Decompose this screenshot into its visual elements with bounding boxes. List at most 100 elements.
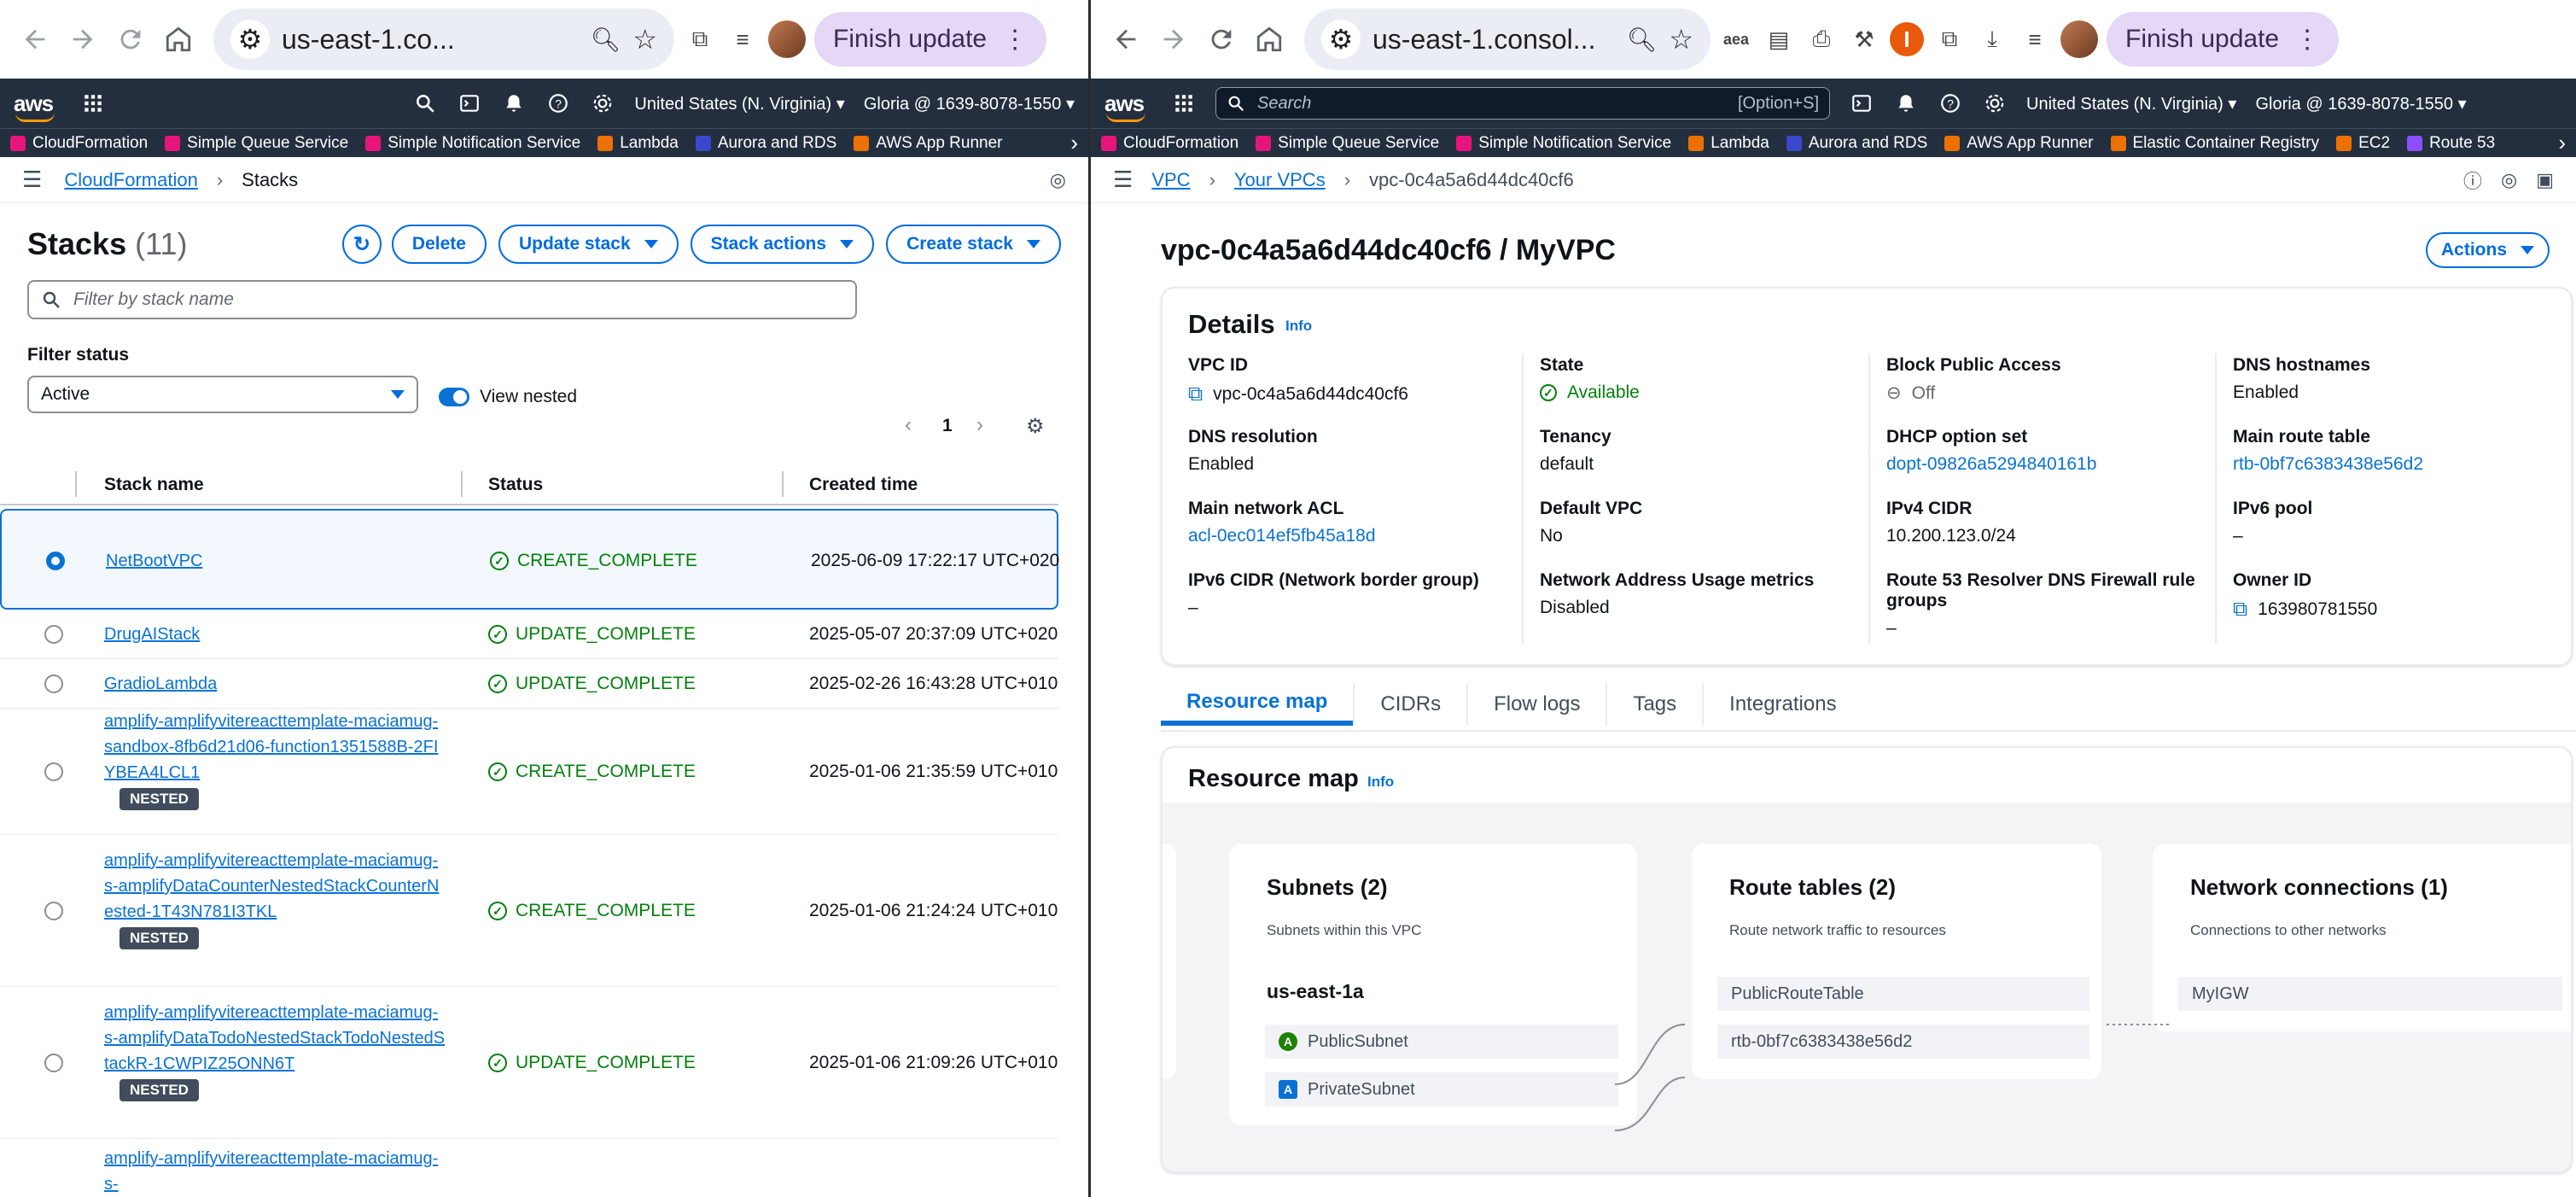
site-info-icon[interactable]: ⚙	[1321, 20, 1361, 59]
favorite-elastic-container-registry[interactable]: Elastic Container Registry	[2110, 134, 2319, 153]
copy-icon[interactable]: ⧉	[1188, 382, 1203, 406]
table-row[interactable]: amplify-amplifyvitereacttemplate-maciamu…	[0, 987, 1058, 1139]
row-radio[interactable]	[46, 552, 65, 570]
aws-logo[interactable]: aws	[14, 91, 61, 122]
media-icon[interactable]: ≡	[2018, 22, 2052, 56]
table-row[interactable]: amplify-amplifyvitereacttemplate-maciamu…	[0, 709, 1058, 835]
back-icon[interactable]	[1106, 20, 1145, 59]
favorite-route-53[interactable]: Route 53	[2407, 134, 2495, 153]
tab-integrations[interactable]: Integrations	[1702, 683, 1862, 726]
update-stack-button[interactable]: Update stack	[498, 225, 679, 264]
settings-icon[interactable]	[590, 91, 615, 116]
finish-update-button[interactable]: Finish update ⋮	[2107, 12, 2340, 67]
col-created-time[interactable]: Created time	[809, 475, 918, 495]
home-icon[interactable]	[1250, 20, 1289, 59]
stack-name-link[interactable]: GradioLambda	[104, 674, 217, 693]
settings-icon[interactable]	[1982, 91, 2008, 116]
table-row[interactable]: amplify-amplifyvitereacttemplate-maciamu…	[0, 835, 1058, 987]
col-status[interactable]: Status	[488, 475, 543, 495]
stack-actions-button[interactable]: Stack actions	[690, 225, 875, 264]
table-row[interactable]: DrugAIStack ✓ UPDATE_COMPLETE 2025-05-07 20…	[0, 610, 1058, 659]
filter-stacks-input[interactable]: Filter by stack name	[27, 280, 857, 319]
menu-icon[interactable]: ☰	[22, 166, 42, 193]
detail-value-text[interactable]: dopt-09826a5294840161b	[1886, 454, 2096, 475]
media-icon[interactable]: ≡	[726, 22, 760, 56]
reload-icon[interactable]	[1202, 20, 1241, 59]
profile-avatar[interactable]	[768, 20, 806, 58]
copy-icon[interactable]: ⧉	[2233, 598, 2247, 622]
favorite-ec2[interactable]: EC2	[2336, 134, 2390, 153]
account-menu[interactable]: Gloria @ 1639-8078-1550 ▾	[864, 93, 1075, 114]
breadcrumb-your-vpcs[interactable]: Your VPCs	[1234, 169, 1326, 191]
notifications-icon[interactable]	[501, 91, 527, 116]
favorite-simple-notification-service[interactable]: Simple Notification Service	[365, 134, 580, 153]
info-panel-icon[interactable]: ⓘ	[2463, 166, 2482, 194]
actions-button[interactable]: Actions	[2426, 232, 2550, 268]
favorite-aurora-and-rds[interactable]: Aurora and RDS	[695, 134, 836, 153]
download-icon[interactable]: ⤓	[1975, 22, 2009, 56]
stack-name-link[interactable]: amplify-amplifyvitereacttemplate-maciamu…	[104, 1149, 438, 1194]
address-bar[interactable]: ⚙ us-east-1.consol... 🔍︎ ☆	[1304, 9, 1711, 70]
services-grid-icon[interactable]	[80, 91, 106, 116]
extension-doc-icon[interactable]: ▤	[1762, 22, 1796, 56]
favorite-simple-queue-service[interactable]: Simple Queue Service	[1256, 134, 1439, 153]
row-radio[interactable]	[44, 762, 63, 781]
page-number[interactable]: 1	[942, 416, 953, 436]
notifications-icon[interactable]	[1893, 91, 1919, 116]
row-radio[interactable]	[44, 625, 63, 644]
profile-avatar[interactable]	[2060, 20, 2098, 58]
extensions-icon[interactable]: ⧉	[1932, 22, 1967, 56]
row-radio[interactable]	[44, 902, 63, 920]
table-row[interactable]: amplify-amplifyvitereacttemplate-maciamu…	[0, 1139, 1058, 1197]
cloudshell-icon[interactable]	[457, 91, 482, 116]
stack-name-link[interactable]: NetBootVPC	[106, 552, 202, 570]
address-bar[interactable]: ⚙ us-east-1.co... 🔍︎ ☆	[213, 9, 674, 70]
create-stack-button[interactable]: Create stack	[886, 225, 1061, 264]
stack-name-link[interactable]: amplify-amplifyvitereacttemplate-maciamu…	[104, 1003, 445, 1073]
forward-icon[interactable]	[1154, 20, 1193, 59]
services-grid-icon[interactable]	[1171, 91, 1197, 116]
favorite-cloudformation[interactable]: CloudFormation	[10, 134, 148, 153]
feedback-icon[interactable]: ▣	[2536, 169, 2554, 191]
extension-printer-icon[interactable]: ⎙	[1804, 22, 1839, 56]
account-menu[interactable]: Gloria @ 1639-8078-1550 ▾	[2255, 93, 2466, 114]
extension-aea-icon[interactable]: aea	[1719, 22, 1753, 56]
bookmark-star-icon[interactable]: ☆	[1669, 23, 1693, 55]
stack-name-link[interactable]: amplify-amplifyvitereacttemplate-maciamu…	[104, 851, 439, 921]
chevron-right-icon[interactable]: ›	[1070, 130, 1078, 156]
details-info-link[interactable]: Info	[1285, 318, 1312, 335]
preferences-gear-icon[interactable]: ⚙	[1026, 414, 1045, 439]
refresh-button[interactable]: ↻	[341, 225, 382, 264]
stack-name-link[interactable]: DrugAIStack	[104, 625, 200, 644]
detail-value-text[interactable]: rtb-0bf7c6383438e56d2	[2233, 454, 2423, 475]
favorite-lambda[interactable]: Lambda	[597, 134, 679, 153]
chevron-right-icon[interactable]: ›	[2558, 130, 2566, 156]
tab-tags[interactable]: Tags	[1606, 683, 1702, 726]
breadcrumb-cloudformation[interactable]: CloudFormation	[64, 169, 198, 191]
favorite-simple-notification-service[interactable]: Simple Notification Service	[1456, 134, 1671, 153]
home-icon[interactable]	[159, 20, 198, 59]
help-icon[interactable]: ?	[545, 91, 571, 116]
favorite-cloudformation[interactable]: CloudFormation	[1101, 134, 1238, 153]
aws-search-input[interactable]: Search [Option+S]	[1215, 87, 1830, 120]
notification-panel-icon[interactable]: ◎	[1050, 169, 1066, 191]
detail-value-text[interactable]: acl-0ec014ef5fb45a18d	[1188, 526, 1376, 546]
forward-icon[interactable]	[63, 20, 102, 59]
search-icon[interactable]	[412, 91, 438, 116]
table-row[interactable]: GradioLambda ✓ UPDATE_COMPLETE 2025-02-26 1…	[0, 659, 1058, 709]
extension-tools-icon[interactable]: ⚒	[1847, 22, 1881, 56]
table-row[interactable]: NetBootVPC ✓ CREATE_COMPLETE 2025-06-09 17:…	[0, 509, 1059, 610]
breadcrumb-vpc[interactable]: VPC	[1151, 169, 1190, 191]
favorite-aws-app-runner[interactable]: AWS App Runner	[854, 134, 1003, 153]
zoom-icon[interactable]: 🔍︎	[1627, 26, 1658, 54]
region-selector[interactable]: United States (N. Virginia) ▾	[2026, 93, 2236, 114]
row-radio[interactable]	[44, 674, 63, 693]
favorite-aws-app-runner[interactable]: AWS App Runner	[1944, 134, 2094, 153]
zoom-icon[interactable]: 🔍︎	[591, 26, 621, 54]
aws-logo[interactable]: aws	[1104, 91, 1152, 122]
resource-map-info-link[interactable]: Info	[1367, 774, 1394, 791]
region-selector[interactable]: United States (N. Virginia) ▾	[634, 93, 844, 114]
view-nested-toggle[interactable]	[439, 388, 469, 406]
tab-flow-logs[interactable]: Flow logs	[1466, 683, 1606, 726]
delete-button[interactable]: Delete	[391, 225, 487, 264]
